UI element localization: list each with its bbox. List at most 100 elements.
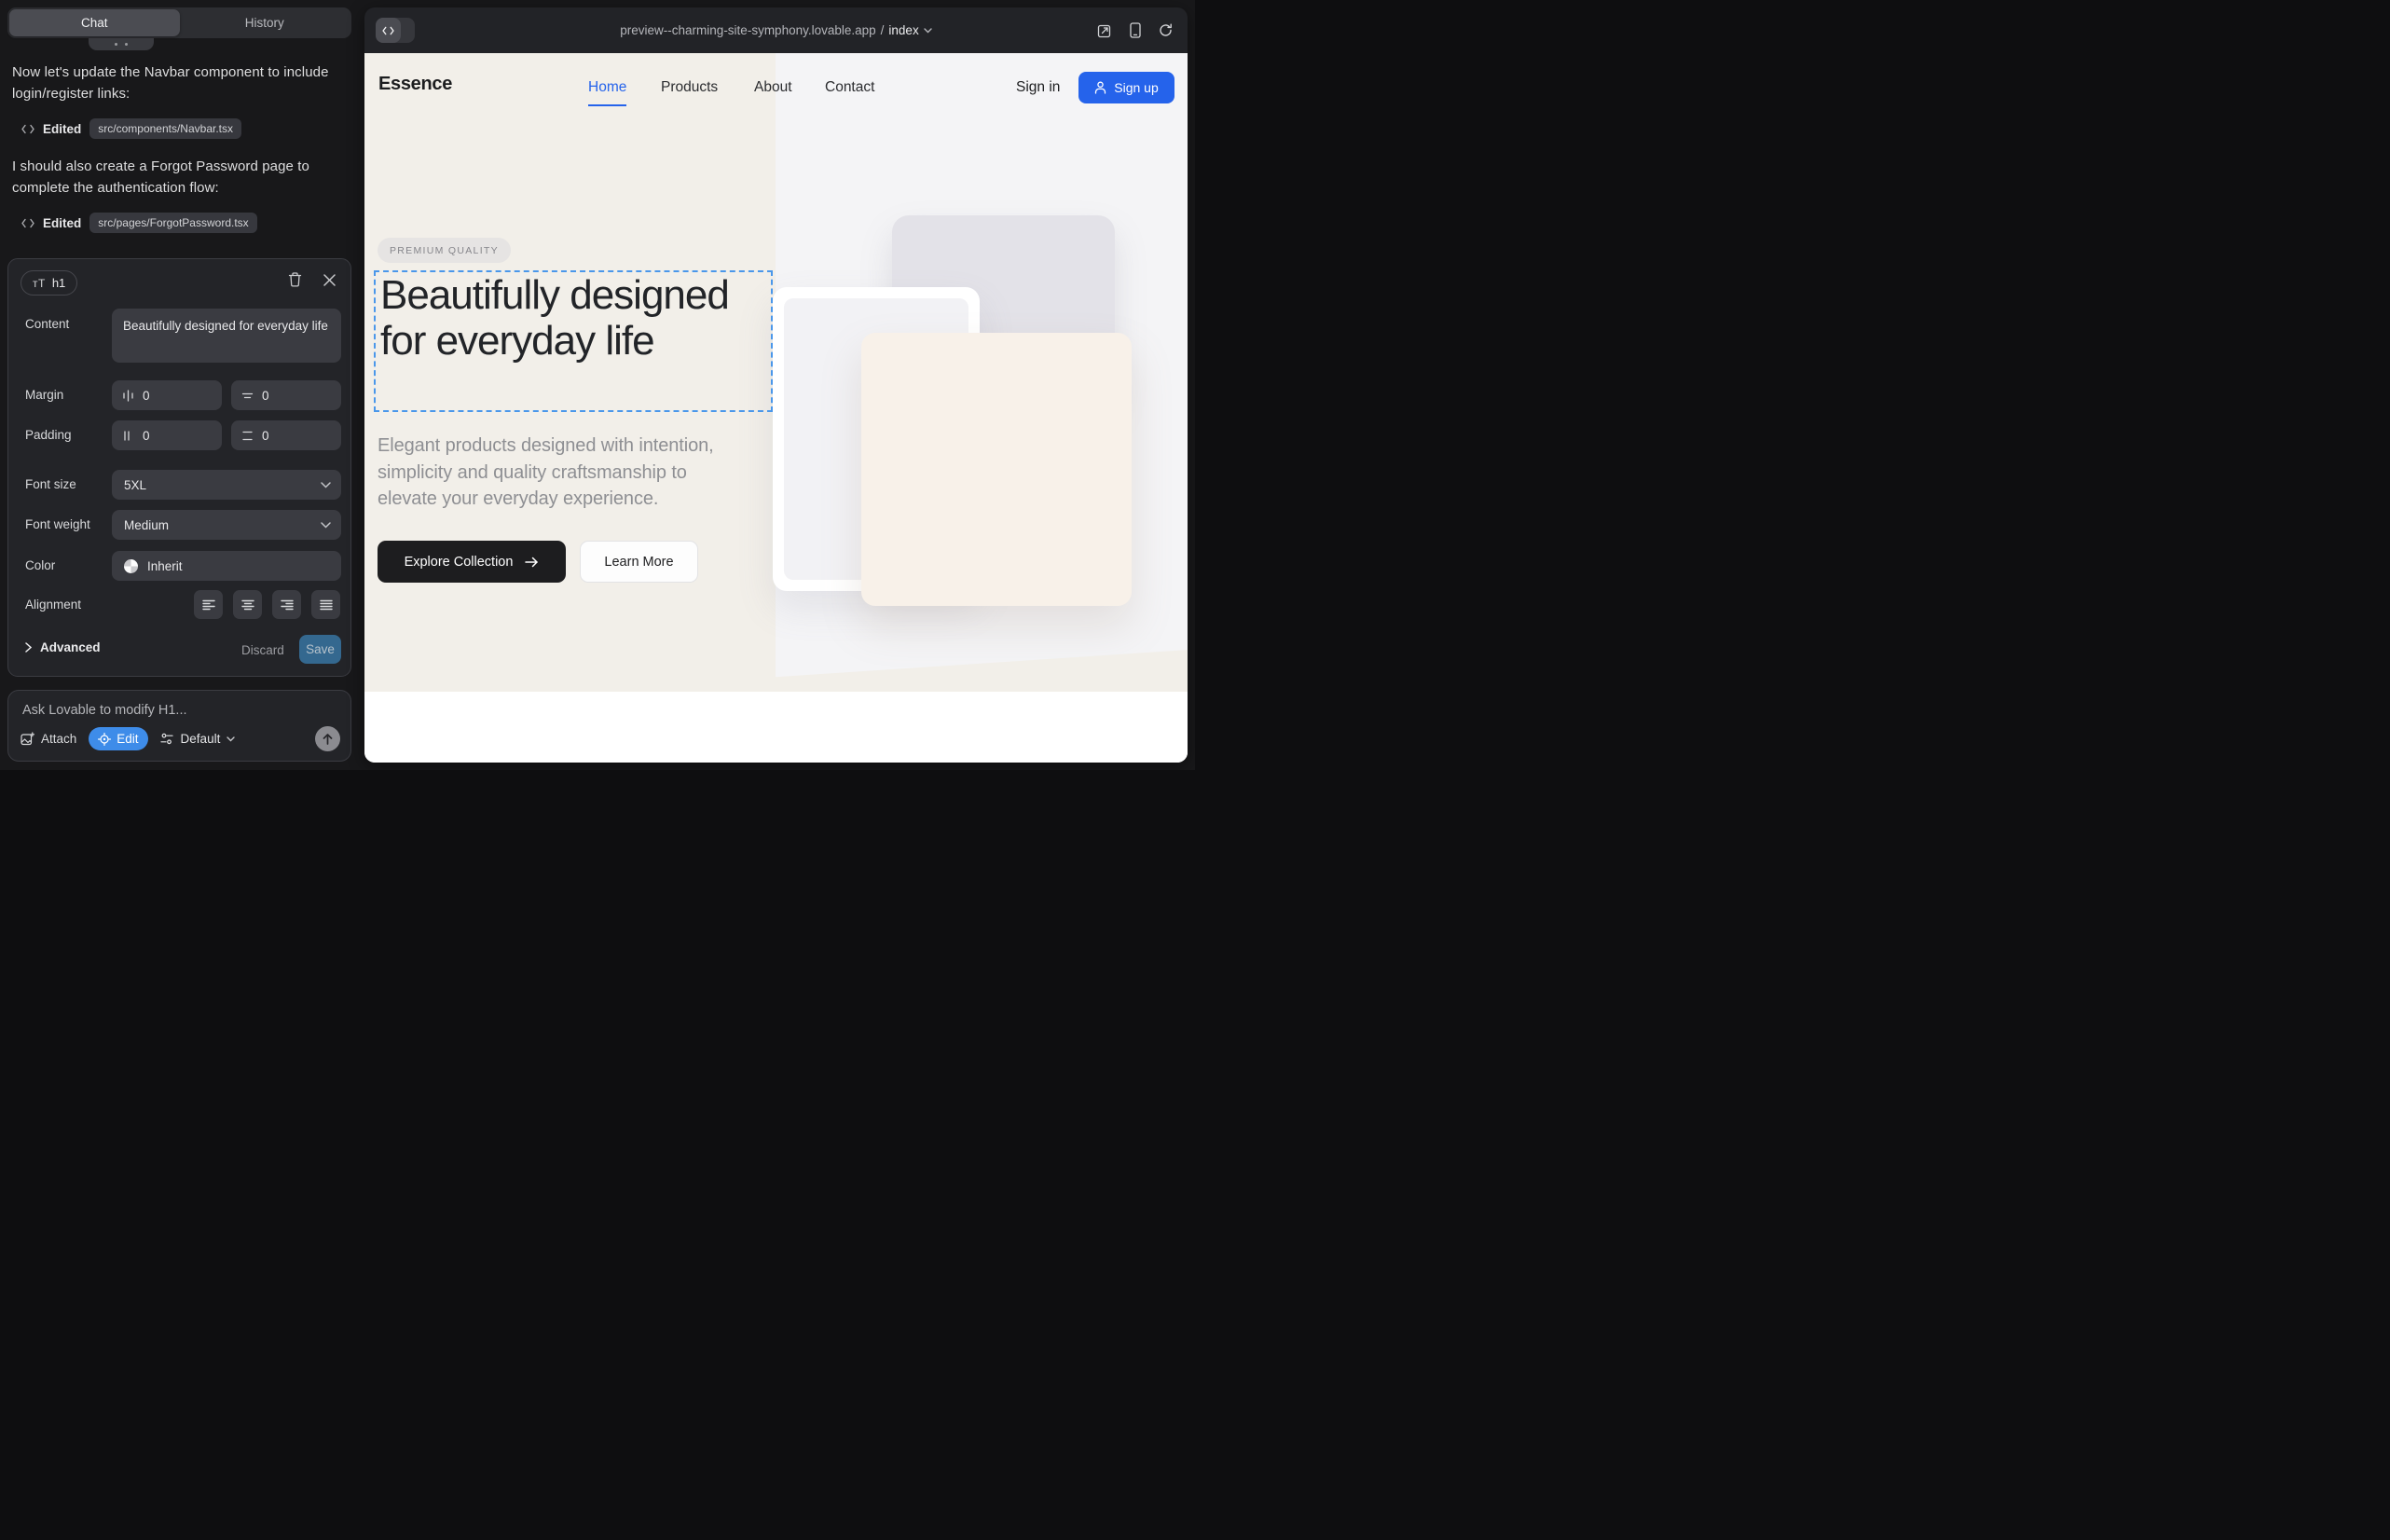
decorative-card-peach (861, 333, 1132, 606)
url-page-select[interactable]: index (888, 23, 918, 37)
advanced-toggle[interactable]: Advanced (25, 640, 101, 654)
padding-x-input[interactable]: 0 (112, 420, 222, 450)
attach-image-icon (21, 732, 34, 746)
margin-label: Margin (25, 388, 63, 402)
sign-in-link[interactable]: Sign in (1016, 79, 1060, 96)
align-justify-icon (320, 599, 333, 611)
padding-label: Padding (25, 428, 72, 442)
edited-label: Edited (43, 122, 81, 136)
alignment-label: Alignment (25, 598, 81, 612)
hero-headline[interactable]: Beautifully designed for everyday life (380, 272, 762, 364)
url-domain: preview--charming-site-symphony.lovable.… (620, 23, 875, 37)
align-justify-button[interactable] (311, 590, 340, 619)
site-navbar: Essence Home Products About Contact Sign… (364, 53, 1188, 137)
nav-link-home[interactable]: Home (588, 79, 626, 106)
chevron-down-icon (924, 28, 932, 34)
url-bar: preview--charming-site-symphony.lovable.… (364, 7, 1188, 53)
prompt-input[interactable]: Ask Lovable to modify H1... (22, 703, 187, 718)
code-icon (21, 218, 34, 228)
sidebar: Chat History Now let's update the Navbar… (0, 0, 363, 770)
padding-y-input[interactable]: 0 (231, 420, 341, 450)
font-weight-label: Font weight (25, 517, 90, 531)
discard-button[interactable]: Discard (241, 643, 284, 657)
hero-description: Elegant products designed with intention… (378, 433, 750, 513)
section-below-hero (364, 692, 1188, 763)
tab-chat[interactable]: Chat (9, 9, 180, 36)
code-preview-toggle[interactable] (376, 18, 415, 43)
margin-y-input[interactable]: 0 (231, 380, 341, 410)
user-icon (1094, 81, 1106, 94)
attach-button[interactable]: Attach (21, 732, 76, 746)
send-button[interactable] (315, 726, 340, 751)
browser-chrome: preview--charming-site-symphony.lovable.… (364, 7, 1188, 53)
margin-vertical-icon (241, 390, 254, 402)
padding-vertical-icon (241, 430, 254, 442)
font-size-label: Font size (25, 477, 76, 491)
truncated-file-pill (89, 38, 154, 50)
chat-messages: Now let's update the Navbar component to… (12, 62, 351, 250)
color-label: Color (25, 558, 55, 572)
chat-message: I should also create a Forgot Password p… (12, 156, 346, 199)
padding-horizontal-icon (122, 430, 134, 442)
content-label: Content (25, 317, 69, 331)
tab-history[interactable]: History (180, 9, 350, 36)
align-right-icon (281, 599, 294, 611)
refresh-icon[interactable] (1159, 23, 1173, 37)
font-size-select[interactable]: 5XL (112, 470, 341, 500)
content-input[interactable]: Beautifully designed for everyday life (112, 309, 341, 363)
chevron-down-icon (321, 482, 331, 488)
hero-badge: PREMIUM QUALITY (378, 238, 511, 263)
edited-label: Edited (43, 216, 81, 230)
chevron-down-icon (227, 736, 235, 742)
margin-horizontal-icon (122, 390, 134, 402)
save-button[interactable]: Save (299, 635, 341, 664)
element-editor-panel: тT h1 Content Beautifully designed for e… (7, 258, 351, 677)
chevron-down-icon (321, 522, 331, 529)
arrow-right-icon (525, 557, 539, 568)
align-left-button[interactable] (194, 590, 223, 619)
text-type-icon: тT (33, 277, 46, 290)
align-left-icon (202, 599, 215, 611)
selected-element-chip[interactable]: тT h1 (21, 270, 77, 296)
selected-element-outline[interactable]: Beautifully designed for everyday life (374, 270, 773, 412)
delete-element-button[interactable] (286, 271, 303, 288)
align-center-button[interactable] (233, 590, 262, 619)
preview-browser: preview--charming-site-symphony.lovable.… (364, 7, 1188, 763)
element-tag: h1 (52, 276, 65, 290)
trash-icon (288, 272, 302, 287)
code-icon (382, 26, 394, 35)
open-external-icon[interactable] (1097, 23, 1112, 38)
nav-link-products[interactable]: Products (661, 79, 718, 96)
edited-file-row[interactable]: Edited src/components/Navbar.tsx (21, 118, 351, 139)
mobile-view-icon[interactable] (1130, 22, 1141, 38)
target-icon (98, 733, 111, 746)
align-center-icon (241, 599, 254, 611)
sliders-icon (160, 733, 174, 745)
font-weight-select[interactable]: Medium (112, 510, 341, 540)
arrow-up-icon (323, 734, 333, 745)
explore-collection-button[interactable]: Explore Collection (378, 541, 566, 583)
nav-link-about[interactable]: About (754, 79, 792, 96)
site-logo[interactable]: Essence (378, 74, 452, 95)
nav-link-contact[interactable]: Contact (825, 79, 874, 96)
lovable-app: Chat History Now let's update the Navbar… (0, 0, 1195, 770)
mode-select[interactable]: Default (160, 732, 236, 746)
code-icon (21, 124, 34, 134)
site-viewport: Essence Home Products About Contact Sign… (364, 53, 1188, 763)
chat-history-tabs: Chat History (7, 7, 351, 38)
prompt-box: Ask Lovable to modify H1... Attach Edit … (7, 690, 351, 762)
file-pill[interactable]: src/pages/ForgotPassword.tsx (89, 213, 256, 233)
sign-up-button[interactable]: Sign up (1078, 72, 1174, 103)
file-pill[interactable]: src/components/Navbar.tsx (89, 118, 241, 139)
edit-mode-chip[interactable]: Edit (89, 727, 147, 750)
chevron-right-icon (25, 642, 32, 653)
margin-x-input[interactable]: 0 (112, 380, 222, 410)
color-swatch (124, 559, 138, 573)
chat-message: Now let's update the Navbar component to… (12, 62, 346, 104)
edited-file-row[interactable]: Edited src/pages/ForgotPassword.tsx (21, 213, 351, 233)
align-right-button[interactable] (272, 590, 301, 619)
close-editor-button[interactable] (321, 271, 337, 288)
learn-more-button[interactable]: Learn More (580, 541, 698, 583)
close-icon (323, 274, 336, 286)
color-select[interactable]: Inherit (112, 551, 341, 581)
